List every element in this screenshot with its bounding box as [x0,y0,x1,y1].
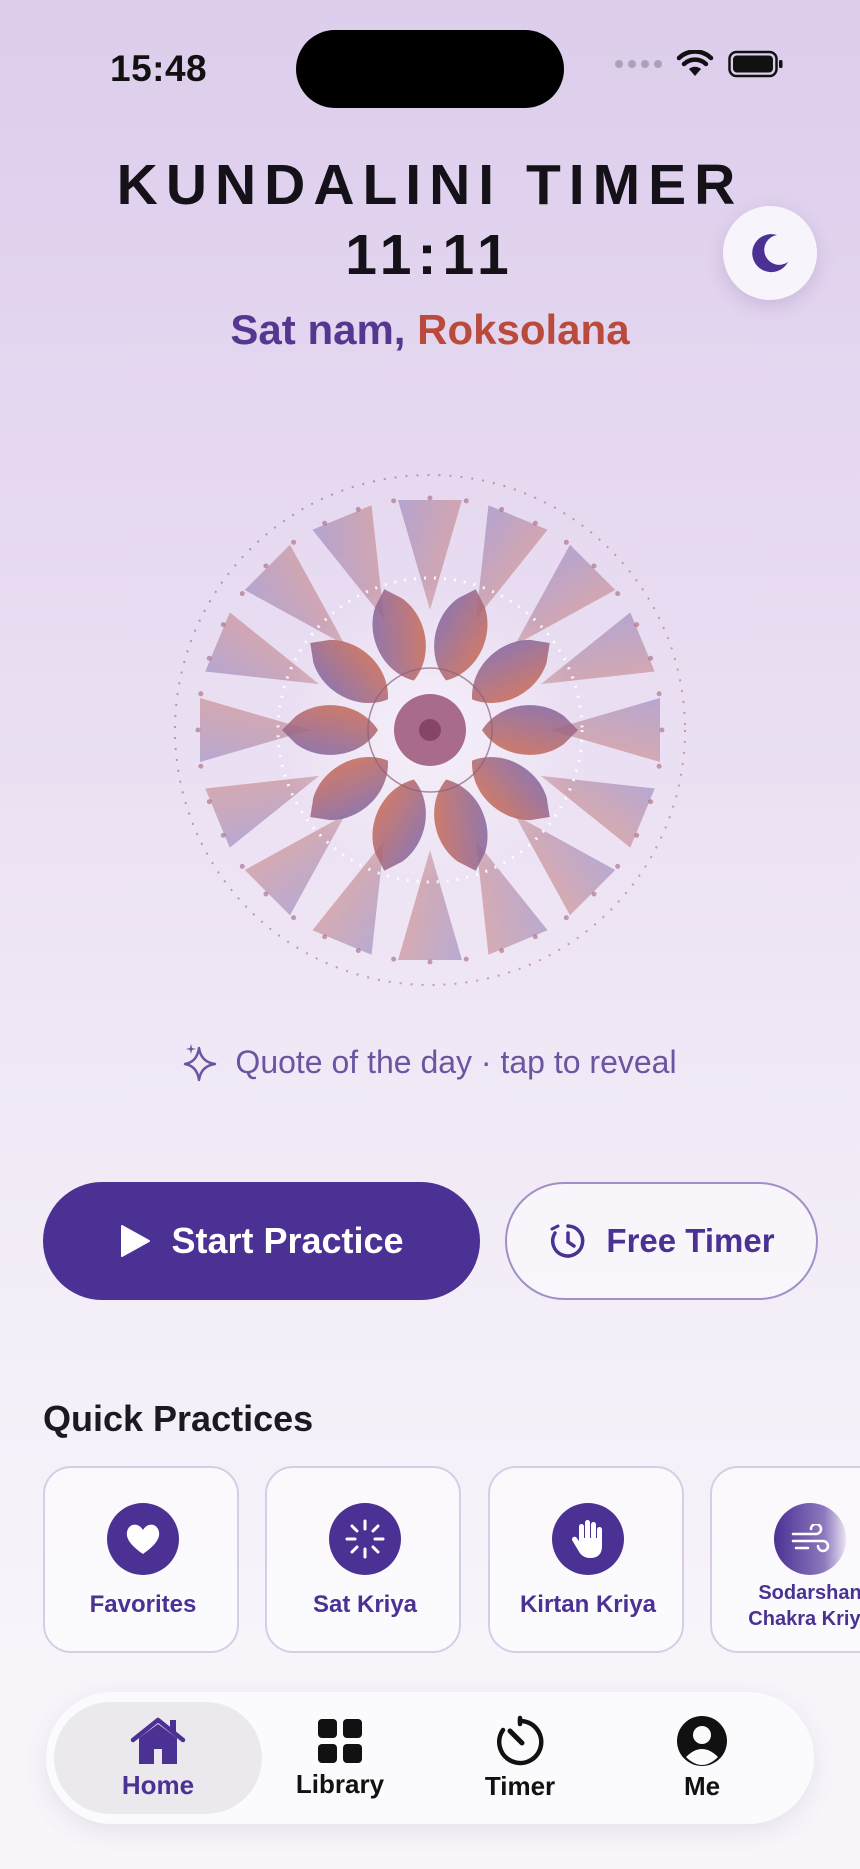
tab-me[interactable]: Me [598,1702,806,1814]
greeting-name: Roksolana [417,306,630,353]
home-icon [130,1717,186,1764]
mandala-dot [427,959,433,965]
start-practice-label: Start Practice [171,1220,404,1261]
free-timer-label: Free Timer [606,1222,775,1259]
mandala-dot [195,727,201,733]
tab-library[interactable]: Library [236,1702,444,1814]
mandala-dot [463,956,469,962]
mandala-dot [198,691,204,697]
mandala-dot [615,591,621,597]
quote-text: Quote of the day · tap to reveal [235,1043,677,1080]
tab-home[interactable]: Home [54,1702,262,1814]
practice-card-sodarshan-chakra-kriya[interactable]: Sodarshan Chakra Kriya [710,1466,860,1653]
tab-label: Library [295,1768,385,1799]
dynamic-island [296,30,564,108]
mandala-dot [463,498,469,504]
mandala-dot [239,591,245,597]
moon-icon [752,234,788,273]
mandala-dot [563,539,569,545]
app-title: KUNDALINI TIMER [116,153,744,217]
mandala-illustration[interactable] [170,470,690,990]
wifi-icon [676,50,714,76]
mandala-dot [427,495,433,501]
practice-card-label: Kirtan Kriya [519,1591,657,1618]
play-icon [121,1225,151,1257]
hand-icon [552,1503,624,1575]
status-time: 15:48 [110,48,208,89]
cellular-icon [615,60,662,68]
tab-label: Home [121,1769,195,1800]
theme-toggle-button[interactable] [723,206,817,300]
mandala-dot [615,863,621,869]
mandala-dot [391,956,397,962]
practice-card-label: Sat Kriya [312,1591,418,1618]
tab-label: Timer [484,1770,556,1801]
wind-icon [774,1503,846,1575]
greeting: Sat nam, Roksolana [0,306,860,354]
practice-card-label: Sodarshan Chakra Kriya [712,1580,860,1632]
quick-practices-title: Quick Practices [43,1398,314,1439]
start-practice-button[interactable]: Start Practice [43,1182,480,1300]
tab-label: Me [683,1770,721,1801]
mandala-dot [659,727,665,733]
mandala-dot [563,915,569,921]
practice-card-favorites[interactable]: Favorites [43,1466,239,1653]
tab-timer[interactable]: Timer [416,1702,624,1814]
heart-icon [107,1503,179,1575]
tab-bar: Home Library Timer Me [46,1692,814,1824]
free-timer-button[interactable]: Free Timer [505,1182,818,1300]
greeting-prefix: Sat nam, [230,306,418,353]
mandala-dot [656,691,662,697]
mandala-dot [291,915,297,921]
practice-card-label: Favorites [89,1591,197,1618]
mandala-dot [198,763,204,769]
battery-icon [728,50,783,78]
mandala-dot [239,863,245,869]
mandala-dot [291,539,297,545]
mandala-dot [391,498,397,504]
sparkles-icon [184,1044,217,1082]
spark-burst-icon [329,1503,401,1575]
quick-practices-carousel[interactable]: Favorites Sat Kriya Kirtan Kriya Sodarsh… [43,1466,860,1653]
practice-card-kirtan-kriya[interactable]: Kirtan Kriya [488,1466,684,1653]
person-icon [677,1715,727,1766]
practice-card-label-line2: Chakra Kriya [748,1608,860,1630]
timer-icon [550,1224,585,1258]
timer-icon [497,1715,544,1765]
quote-of-the-day[interactable]: Quote of the day · tap to reveal [0,1042,860,1082]
status-icons [615,50,784,78]
practice-card-sat-kriya[interactable]: Sat Kriya [265,1466,461,1653]
practice-card-label-line1: Sodarshan [758,1582,860,1604]
grid-icon [318,1718,362,1763]
mandala-dot [656,763,662,769]
